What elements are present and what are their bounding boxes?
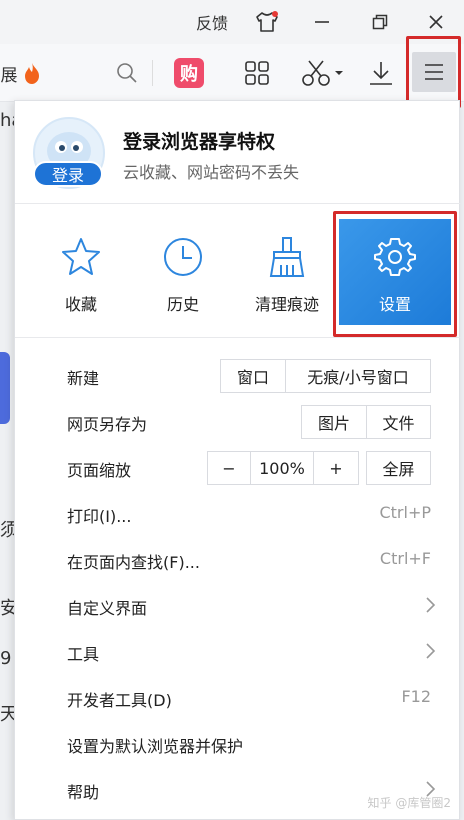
clock-icon (164, 238, 202, 276)
devtools-label: 开发者工具(D) (67, 691, 172, 710)
find-label: 在页面内查找(F)... (67, 553, 200, 572)
settings-highlight (333, 211, 457, 337)
history-button[interactable]: 历史 (133, 219, 233, 325)
menu-item-print[interactable]: 打印(I)... Ctrl+P (15, 491, 461, 537)
clear-traces-label: 清理痕迹 (254, 295, 319, 314)
browser-main-menu: 登录 登录浏览器享特权 云收藏、网站密码不丢失 收藏 历史 清理痕迹 设置 新建… (14, 100, 461, 820)
zoom-out-button[interactable]: − (207, 451, 251, 485)
download-icon[interactable] (366, 56, 396, 90)
toolbar: 展 购 (0, 44, 464, 102)
login-section[interactable]: 登录 登录浏览器享特权 云收藏、网站密码不丢失 (15, 101, 461, 201)
search-icon[interactable] (114, 56, 140, 90)
login-badge[interactable]: 登录 (33, 161, 103, 187)
new-window-button[interactable]: 窗口 (220, 359, 286, 393)
favorites-button[interactable]: 收藏 (31, 219, 131, 325)
address-fragment[interactable]: 展 (0, 56, 18, 90)
zoom-level: 100% (250, 451, 314, 485)
chevron-right-icon (426, 597, 436, 613)
new-label: 新建 (67, 369, 100, 388)
restore-icon[interactable] (364, 8, 396, 36)
shirt-icon[interactable] (252, 8, 282, 36)
devtools-shortcut: F12 (401, 687, 431, 706)
history-label: 历史 (166, 295, 199, 314)
minimize-icon[interactable] (306, 8, 338, 36)
default-browser-label: 设置为默认浏览器并保护 (67, 737, 244, 756)
menu-item-devtools[interactable]: 开发者工具(D) F12 (15, 675, 461, 721)
customize-label: 自定义界面 (67, 599, 148, 618)
apps-grid-icon[interactable] (240, 56, 274, 90)
zoom-in-button[interactable]: + (313, 451, 359, 485)
shop-icon[interactable]: 购 (172, 56, 206, 90)
new-private-window-button[interactable]: 无痕/小号窗口 (285, 359, 431, 393)
save-as-label: 网页另存为 (67, 415, 148, 434)
shop-badge: 购 (174, 58, 204, 88)
title-bar: 反馈 (0, 0, 464, 44)
save-as-file-button[interactable]: 文件 (366, 405, 431, 439)
fire-icon (20, 56, 44, 90)
login-title[interactable]: 登录浏览器享特权 (123, 127, 275, 154)
menu-row-zoom: 页面缩放 − 100% + 全屏 (15, 445, 461, 491)
menu-item-default-browser[interactable]: 设置为默认浏览器并保护 (15, 721, 461, 767)
chevron-right-icon (426, 643, 436, 659)
login-subtitle: 云收藏、网站密码不丢失 (123, 163, 300, 182)
menu-row-save-as: 网页另存为 图片 文件 (15, 399, 461, 445)
fullscreen-button[interactable]: 全屏 (366, 451, 431, 485)
divider (15, 337, 461, 338)
tools-label: 工具 (67, 645, 100, 664)
menu-item-customize[interactable]: 自定义界面 (15, 583, 461, 629)
help-label: 帮助 (67, 783, 100, 802)
favorites-label: 收藏 (64, 295, 97, 314)
find-shortcut: Ctrl+F (379, 549, 431, 568)
bg-blue-block (0, 352, 10, 424)
clear-traces-button[interactable]: 清理痕迹 (237, 219, 337, 325)
menu-item-tools[interactable]: 工具 (15, 629, 461, 675)
watermark: 知乎 @库管圈2 (367, 796, 451, 810)
close-icon[interactable] (420, 8, 452, 36)
menu-item-find[interactable]: 在页面内查找(F)... Ctrl+F (15, 537, 461, 583)
star-icon (62, 238, 100, 275)
toolbar-divider (152, 60, 153, 86)
broom-icon (269, 237, 305, 277)
print-shortcut: Ctrl+P (379, 503, 431, 522)
menu-row-new: 新建 窗口 无痕/小号窗口 (15, 353, 461, 399)
print-label: 打印(I)... (67, 507, 132, 526)
feedback-button[interactable]: 反馈 (190, 8, 234, 36)
scissors-icon[interactable] (300, 56, 346, 90)
menu-button-highlight (406, 36, 461, 108)
zoom-label: 页面缩放 (67, 461, 132, 480)
save-as-image-button[interactable]: 图片 (301, 405, 367, 439)
divider (15, 203, 461, 204)
